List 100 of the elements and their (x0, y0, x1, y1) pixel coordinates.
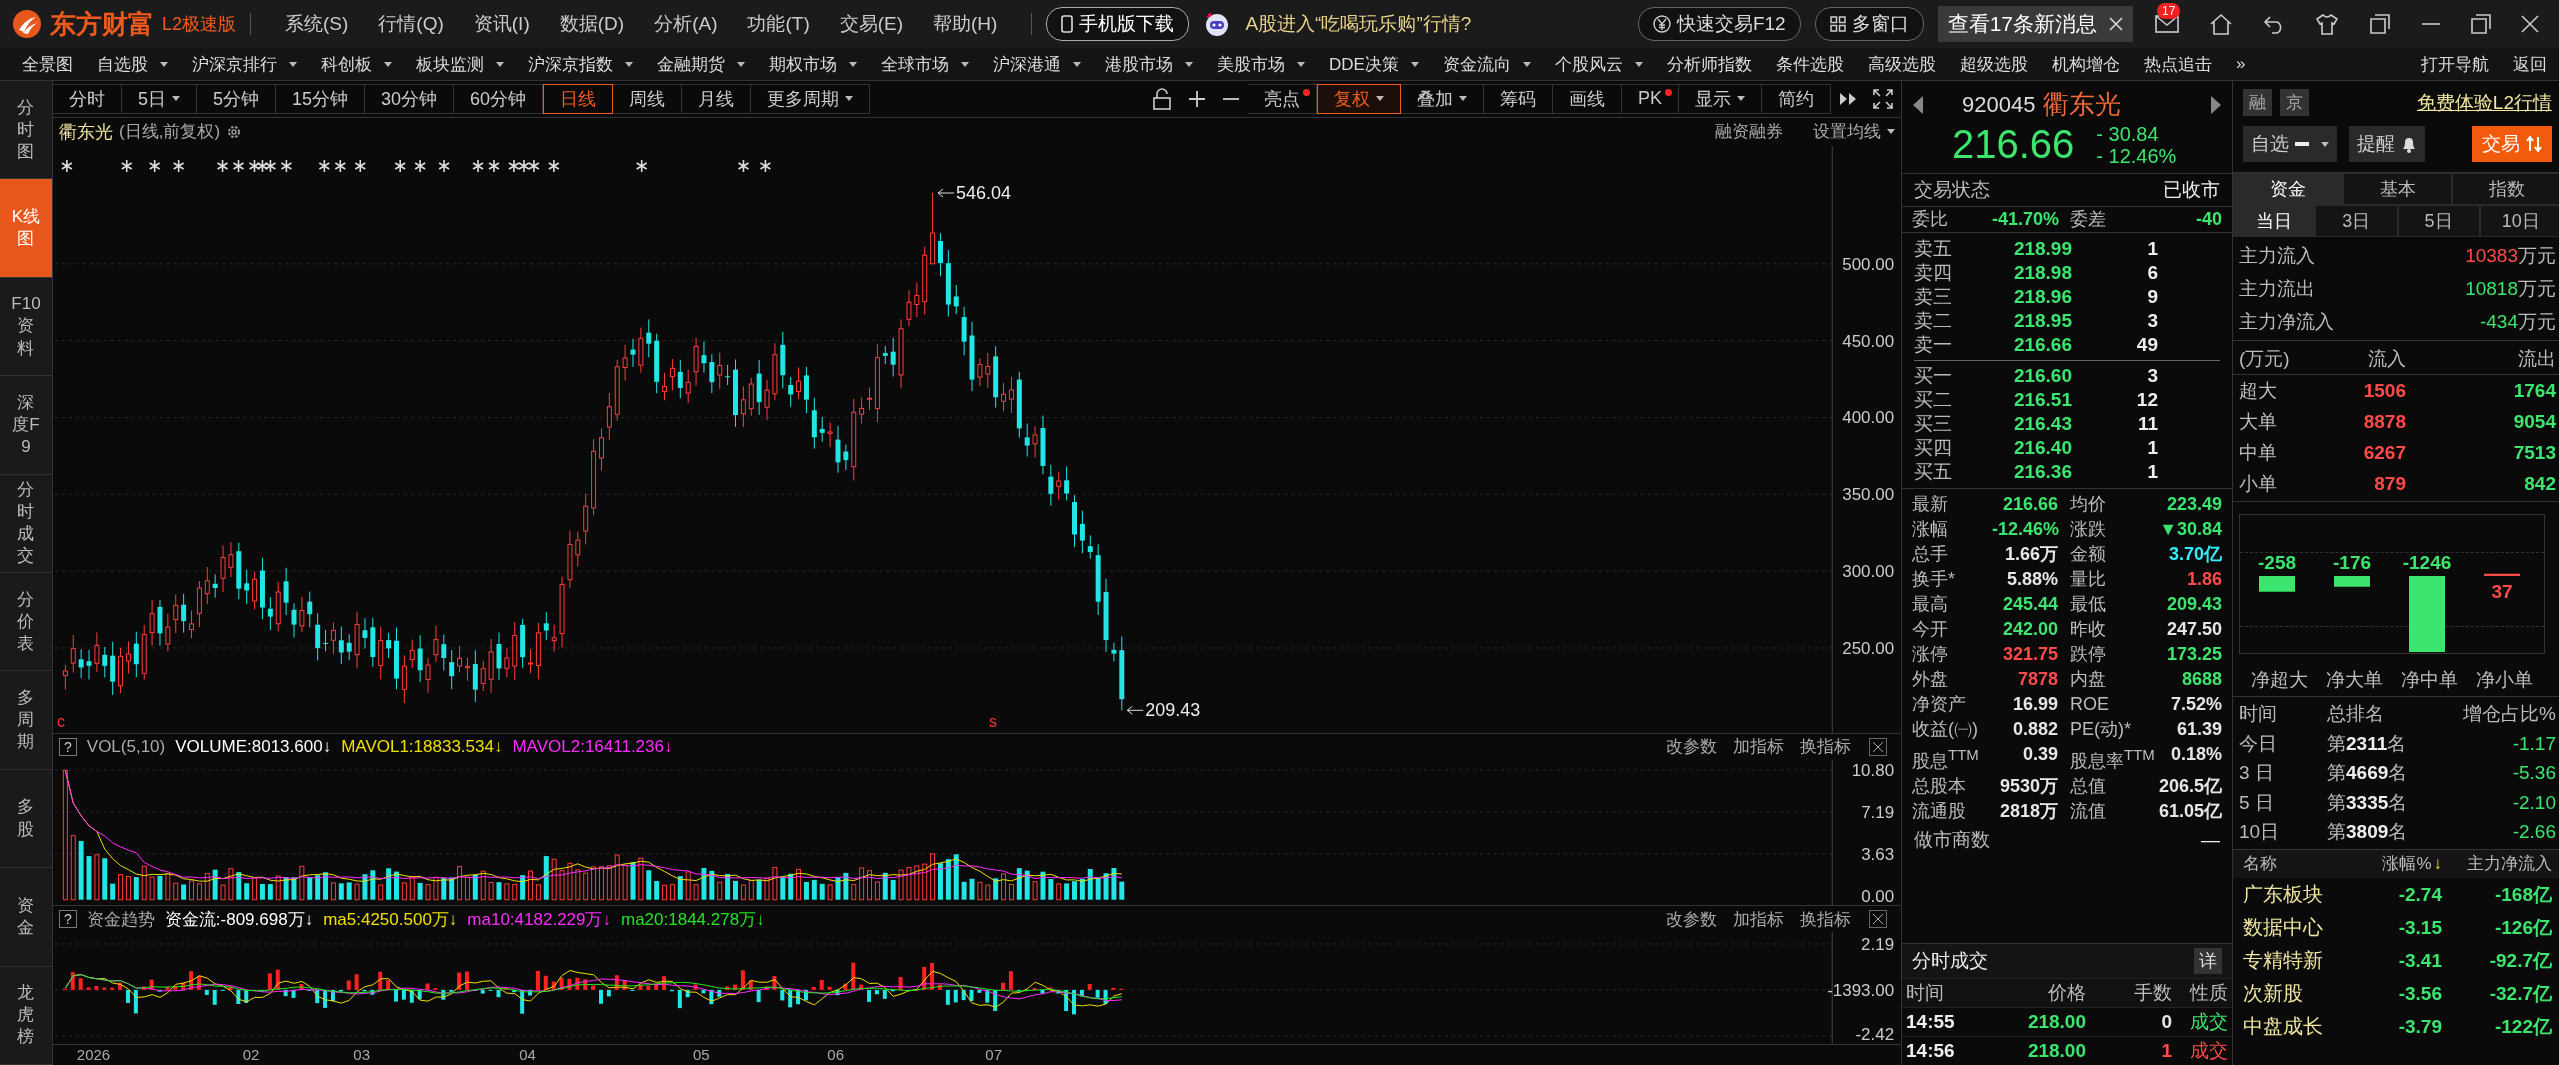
nav-menu-item[interactable]: 科创板 (309, 52, 404, 76)
period-tab[interactable]: 10日 (2479, 205, 2559, 237)
period-tab[interactable]: 日线 (543, 83, 614, 114)
alert-button[interactable]: 提醒 (2349, 126, 2425, 162)
menu-item[interactable]: 行情(Q) (378, 11, 444, 37)
chart-tool-button[interactable]: 叠加 (1401, 83, 1484, 114)
side-tab[interactable]: 龙虎榜 (0, 966, 52, 1065)
menu-item[interactable]: 帮助(H) (933, 11, 998, 37)
chart-tool-button[interactable]: 筹码 (1484, 83, 1553, 114)
nav-menu-item[interactable]: 机构增仓 (2039, 52, 2132, 76)
l2-trial-link[interactable]: 免费体验L2行情 (2416, 89, 2552, 116)
app-logo: 东方财富 (50, 7, 154, 41)
column-header[interactable]: 涨幅%↓ (2362, 849, 2442, 878)
period-tab[interactable]: 5日 (122, 83, 197, 114)
panel-tab[interactable]: 指数 (2452, 173, 2559, 205)
chart-marker-label[interactable]: c (56, 712, 65, 730)
chart-tool-button[interactable]: PK (1622, 83, 1679, 114)
indicator-action-link[interactable]: 换指标 (1800, 907, 1851, 931)
side-tab[interactable]: 多股 (0, 769, 52, 869)
indicator-action-link[interactable]: 加指标 (1733, 907, 1784, 931)
column-header[interactable]: 主力净流入 (2442, 849, 2552, 878)
nav-menu-item[interactable]: 资金流向 (1430, 52, 1543, 76)
nav-menu-item[interactable]: 板块监测 (404, 52, 516, 76)
nav-menu-item[interactable]: 热点追击 (2131, 52, 2224, 76)
chart-tool-button[interactable]: 亮点 (1248, 83, 1317, 114)
multi-window-button[interactable]: 多窗口 (1814, 7, 1924, 41)
ma-settings-link[interactable]: 设置均线 (1813, 120, 1895, 144)
period-tab[interactable]: 60分钟 (454, 83, 544, 114)
nav-menu-item[interactable]: 全球市场 (869, 52, 981, 76)
promo-link[interactable]: A股进入“吃喝玩乐购”行情? (1245, 11, 1472, 37)
nav-menu-item[interactable]: 条件选股 (1763, 52, 1856, 76)
side-tab[interactable]: F10资料 (0, 277, 52, 377)
chart-tool-button[interactable]: 复权 (1317, 83, 1401, 114)
order-size-label: 中单 (2239, 441, 2278, 465)
nav-menu-item[interactable]: 个股风云 (1542, 52, 1655, 76)
period-tab[interactable]: 分时 (53, 83, 122, 114)
nav-menu-item[interactable]: 全景图 (10, 52, 85, 76)
watchlist-button[interactable]: 自选 (2243, 126, 2337, 162)
menu-item[interactable]: 数据(D) (559, 11, 625, 37)
nav-menu-item[interactable]: 高级选股 (1855, 52, 1948, 76)
menu-item[interactable]: 系统(S) (285, 11, 349, 37)
more-nav-button[interactable]: » (2223, 54, 2258, 74)
column-header[interactable]: 名称 (2243, 849, 2362, 878)
nav-link[interactable]: 打开导航 (2409, 52, 2501, 76)
indicator-action-link[interactable]: 改参数 (1666, 907, 1717, 931)
period-tab[interactable]: 15分钟 (276, 83, 366, 114)
nav-menu-item[interactable]: 沪深京指数 (516, 52, 645, 76)
menu-item[interactable]: 功能(T) (747, 11, 810, 37)
nav-menu-item[interactable]: 沪深港通 (981, 52, 1093, 76)
indicator-action-link[interactable]: 加指标 (1733, 735, 1784, 759)
period-tab[interactable]: 30分钟 (365, 83, 455, 114)
period-label: 3 日 (2239, 761, 2275, 785)
side-tab[interactable]: K线图 (0, 179, 52, 278)
period-tab[interactable]: 3日 (2315, 205, 2398, 237)
menu-item[interactable]: 交易(E) (839, 11, 904, 37)
help-button[interactable]: ? (59, 910, 77, 929)
nav-menu-item[interactable]: 港股市场 (1093, 52, 1205, 76)
side-tab[interactable]: 分时成交 (0, 474, 52, 574)
phone-download-button[interactable]: 手机版下载 (1046, 7, 1190, 41)
side-tab[interactable]: 分价表 (0, 573, 52, 672)
nav-menu-item[interactable]: 沪深京排行 (180, 52, 309, 76)
nav-menu-item[interactable]: 金融期货 (645, 52, 757, 76)
chart-tool-button[interactable]: 显示 (1679, 83, 1762, 114)
period-tab[interactable]: 当日 (2233, 205, 2316, 237)
side-tab[interactable]: 深度F9 (0, 376, 52, 475)
new-messages-button[interactable]: 查看17条新消息 (1937, 6, 2133, 42)
nav-menu-item[interactable]: 美股市场 (1205, 52, 1317, 76)
panel-tab[interactable]: 基本 (2342, 173, 2453, 205)
indicator-action-link[interactable]: 改参数 (1666, 735, 1717, 759)
nav-menu-item[interactable]: 超级选股 (1947, 52, 2040, 76)
help-button[interactable]: ? (59, 737, 77, 756)
period-tab[interactable]: 5分钟 (197, 83, 277, 114)
sector-name[interactable]: 中盘成长 (2243, 1009, 2362, 1043)
side-tab[interactable]: 多周期 (0, 671, 52, 770)
chart-marker-label[interactable]: s (989, 712, 997, 730)
nav-link[interactable]: 返回 (2501, 52, 2559, 76)
sector-name[interactable]: 广东板块 (2243, 877, 2362, 911)
trade-type: 成交 (2189, 1039, 2228, 1063)
side-tab[interactable]: 资金 (0, 868, 52, 967)
quick-trade-button[interactable]: 快速交易F12 (1637, 7, 1801, 41)
menu-item[interactable]: 分析(A) (654, 11, 718, 37)
order-price: 216.40 (2012, 436, 2072, 460)
nav-menu-item[interactable]: 期权市场 (757, 52, 869, 76)
margin-trading-link[interactable]: 融资融券 (1715, 120, 1783, 144)
menu-item[interactable]: 资讯(I) (473, 11, 530, 37)
period-tab[interactable]: 更多周期 (751, 83, 871, 114)
period-tab[interactable]: 月线 (682, 83, 752, 114)
nav-menu-item[interactable]: DDE决策 (1317, 52, 1431, 76)
nav-menu-item[interactable]: 自选股 (85, 52, 180, 76)
period-tab[interactable]: 周线 (613, 83, 683, 114)
sector-name[interactable]: 专精特新 (2243, 943, 2362, 977)
chart-tool-button[interactable]: 画线 (1553, 83, 1622, 114)
indicator-action-link[interactable]: 换指标 (1800, 735, 1851, 759)
chart-tool-button[interactable]: 简约 (1762, 83, 1831, 114)
nav-menu-item[interactable]: 分析师指数 (1654, 52, 1764, 76)
detail-button[interactable]: 详 (2194, 948, 2222, 974)
period-tab[interactable]: 5日 (2397, 205, 2480, 237)
sector-name[interactable]: 数据中心 (2243, 910, 2362, 944)
panel-tab[interactable]: 资金 (2233, 173, 2343, 205)
sector-name[interactable]: 次新股 (2243, 976, 2362, 1010)
